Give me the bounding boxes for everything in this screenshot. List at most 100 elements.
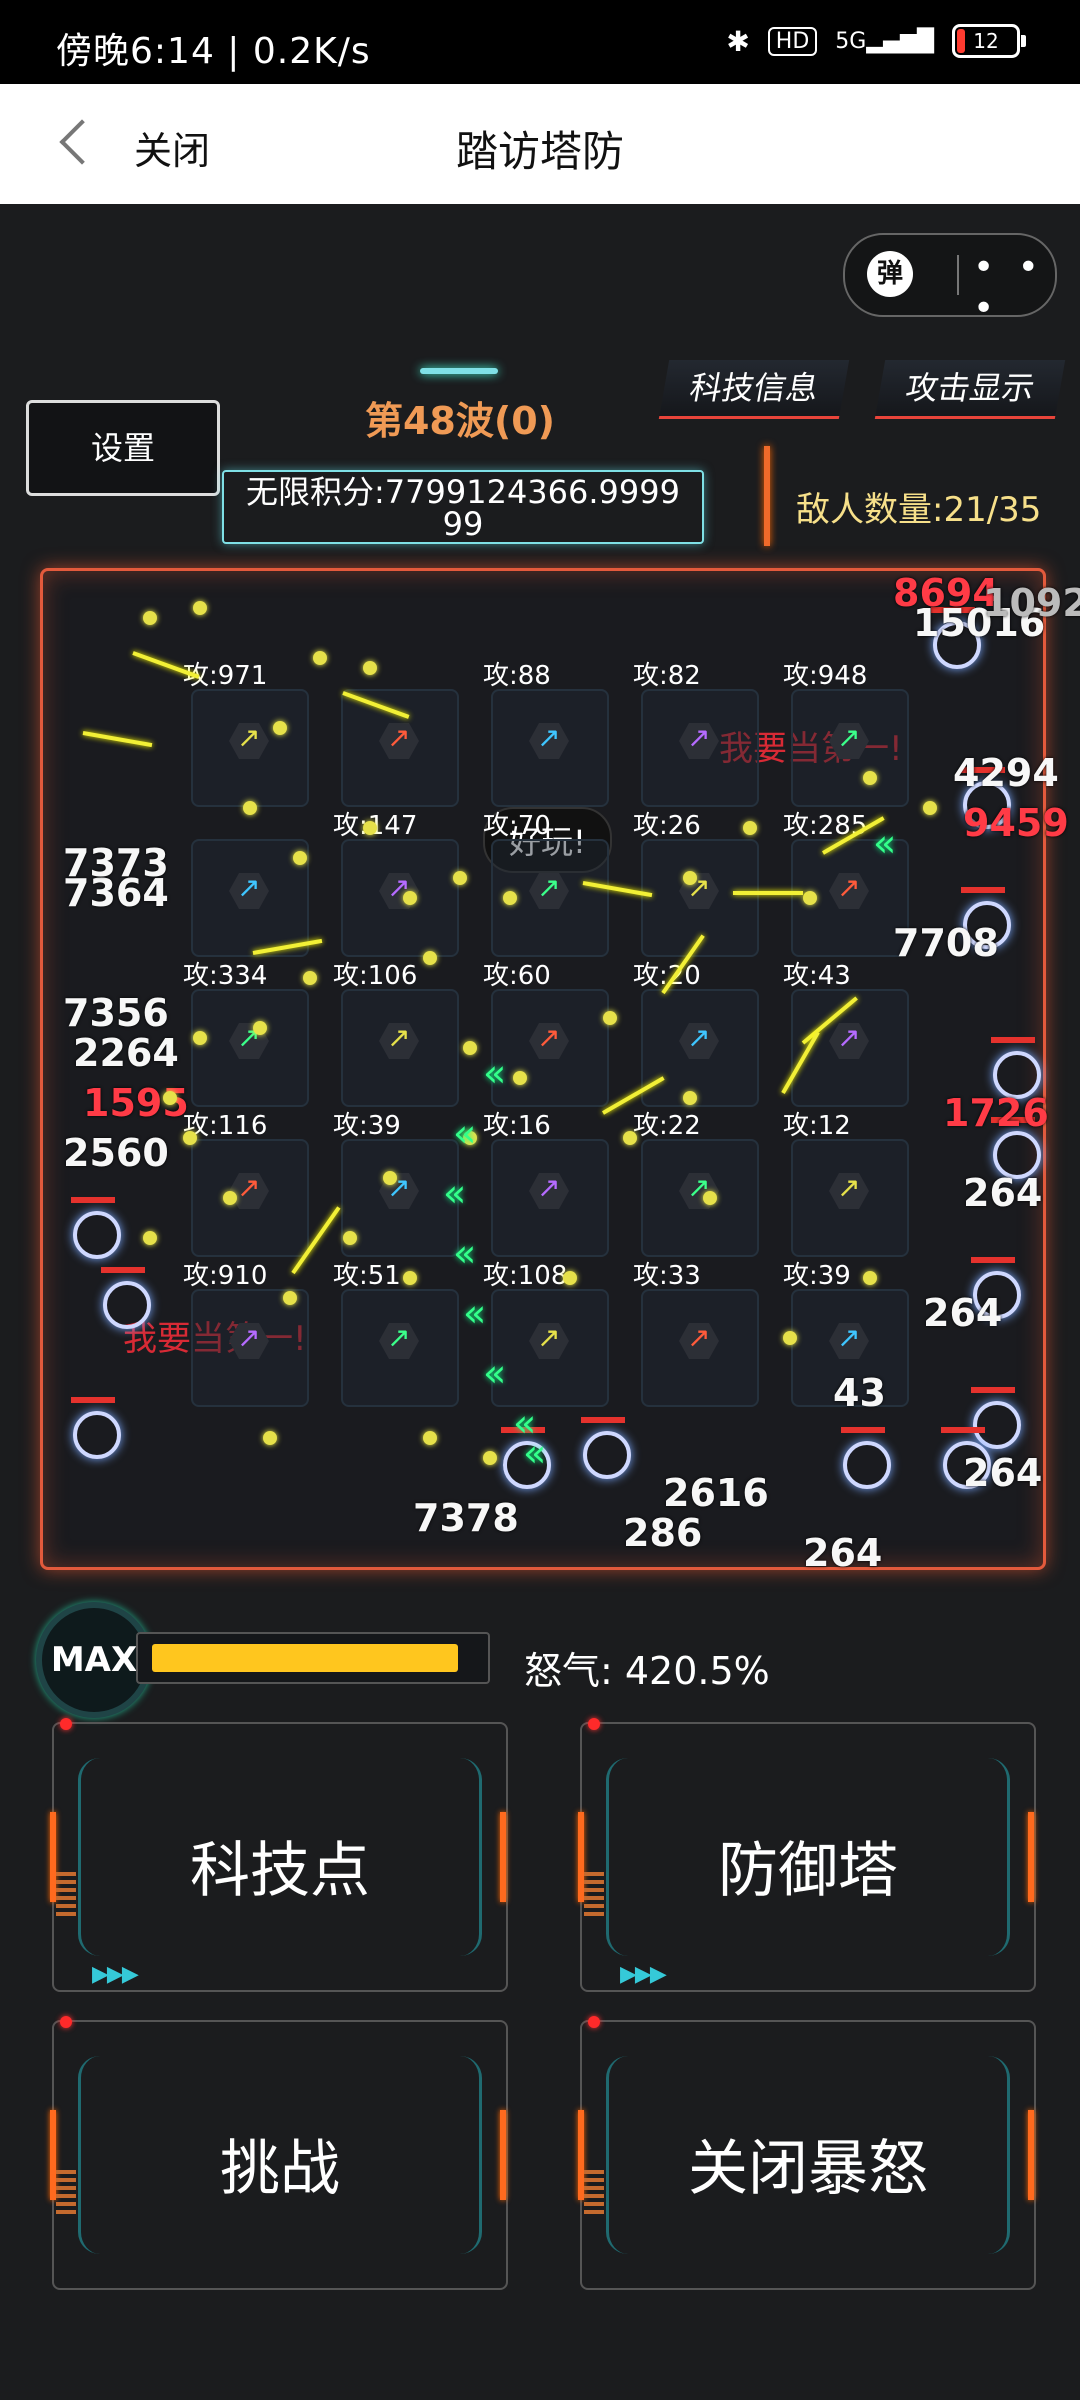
bullet bbox=[273, 721, 287, 735]
title-bar: 关闭 踏访塔防 bbox=[0, 84, 1080, 204]
max-badge[interactable]: MAX bbox=[36, 1602, 152, 1718]
enemy-health-bar bbox=[961, 887, 1005, 893]
enemy-health-bar bbox=[101, 1267, 145, 1273]
tower-attack-label: 攻:39 bbox=[783, 1261, 851, 1291]
tower-attack-label: 攻:26 bbox=[633, 811, 701, 841]
damage-number: 43 bbox=[833, 1371, 886, 1415]
green-projectile-icon: « bbox=[453, 1111, 477, 1155]
enemy-health-bar bbox=[581, 1417, 625, 1423]
tower-slot[interactable]: ↗ bbox=[641, 989, 759, 1107]
tower-attack-label: 攻:334 bbox=[183, 961, 268, 991]
green-projectile-icon: « bbox=[443, 1171, 467, 1215]
bullet bbox=[383, 1171, 397, 1185]
damage-number: 1092 bbox=[983, 581, 1080, 625]
tower-slot[interactable]: ↗ bbox=[491, 1289, 609, 1407]
bullet bbox=[143, 611, 157, 625]
defense-tower-button[interactable]: ▶▶▶ 防御塔 bbox=[578, 1718, 1036, 1992]
tower-slot[interactable]: ↗ bbox=[191, 1139, 309, 1257]
damage-number: 2560 bbox=[63, 1131, 169, 1175]
tech-info-button[interactable]: 科技信息 bbox=[658, 360, 850, 419]
bullet bbox=[513, 1071, 527, 1085]
tower-weapon-icon: ↗ bbox=[387, 1021, 411, 1054]
danmu-toggle-button[interactable]: 弹 bbox=[867, 251, 913, 297]
tower-attack-label: 攻:70 bbox=[483, 811, 551, 841]
tower-attack-label: 攻:12 bbox=[783, 1111, 851, 1141]
tower-slot[interactable]: ↗ bbox=[191, 839, 309, 957]
bullet bbox=[303, 971, 317, 985]
bullet bbox=[783, 1331, 797, 1345]
more-menu-button[interactable]: • • • bbox=[973, 247, 1055, 329]
status-bar: 傍晚6:14 | 0.2K/s ✱ HD 5G▂▄▆█ 12 bbox=[0, 0, 1080, 84]
mini-program-capsule: 弹 • • • bbox=[843, 233, 1057, 329]
damage-number: 2264 bbox=[73, 1031, 179, 1075]
tower-weapon-icon: ↗ bbox=[237, 1171, 261, 1204]
tower-attack-label: 攻:948 bbox=[783, 661, 868, 691]
enemy-unit bbox=[73, 1211, 121, 1259]
tower-slot[interactable]: ↗ bbox=[191, 689, 309, 807]
bullet bbox=[243, 801, 257, 815]
tower-attack-label: 攻:43 bbox=[783, 961, 851, 991]
tower-slot[interactable]: ↗ bbox=[641, 689, 759, 807]
battlefield[interactable]: 好玩! 我要当第一! 我要当第一! ↗ 攻:971 ↗ ↗ 攻:88 ↗ 攻:82 ↗ 攻:94… bbox=[40, 568, 1080, 1575]
bullet bbox=[223, 1191, 237, 1205]
tower-slot[interactable]: ↗ bbox=[341, 839, 459, 957]
tower-slot[interactable]: ↗ bbox=[641, 1289, 759, 1407]
enemy-count-decoration bbox=[764, 446, 770, 546]
tower-slot[interactable]: ↗ bbox=[791, 689, 909, 807]
damage-number: 7708 bbox=[893, 921, 999, 965]
red-dot-icon bbox=[588, 1718, 600, 1730]
network-label: 5G bbox=[835, 28, 867, 54]
damage-number: 264 bbox=[963, 1451, 1043, 1495]
damage-number: 9459 bbox=[963, 801, 1069, 845]
bullet bbox=[703, 1191, 717, 1205]
tower-slot[interactable]: ↗ bbox=[341, 1289, 459, 1407]
bullet bbox=[743, 821, 757, 835]
green-projectile-icon: « bbox=[463, 1291, 487, 1335]
challenge-button[interactable]: 挑战 bbox=[50, 2016, 508, 2290]
page-title: 踏访塔防 bbox=[455, 127, 624, 176]
enemy-unit bbox=[73, 1411, 121, 1459]
tower-slot[interactable]: ↗ bbox=[491, 1139, 609, 1257]
tower-slot[interactable]: ↗ bbox=[191, 1289, 309, 1407]
enemy-health-bar bbox=[841, 1427, 885, 1433]
tower-slot[interactable]: ↗ bbox=[491, 689, 609, 807]
tower-slot[interactable]: ↗ bbox=[491, 989, 609, 1107]
bullet bbox=[423, 951, 437, 965]
damage-number: 286 bbox=[623, 1511, 703, 1555]
tower-slot[interactable]: ↗ bbox=[341, 989, 459, 1107]
enemy-health-bar bbox=[971, 1387, 1015, 1393]
tower-slot[interactable]: ↗ bbox=[191, 989, 309, 1107]
bullet bbox=[263, 1431, 277, 1445]
bullet bbox=[193, 601, 207, 615]
close-rage-label: 关闭暴怒 bbox=[688, 2134, 928, 2204]
tower-weapon-icon: ↗ bbox=[837, 1171, 861, 1204]
wave-decoration bbox=[420, 368, 498, 374]
bullet bbox=[683, 1091, 697, 1105]
rage-bar bbox=[136, 1632, 490, 1684]
tower-weapon-icon: ↗ bbox=[837, 1321, 861, 1354]
tower-weapon-icon: ↗ bbox=[837, 1021, 861, 1054]
tower-slot[interactable]: ↗ bbox=[641, 1139, 759, 1257]
bullet bbox=[293, 851, 307, 865]
tech-points-button[interactable]: ▶▶▶ 科技点 bbox=[50, 1718, 508, 1992]
green-projectile-icon: « bbox=[483, 1051, 507, 1095]
tower-attack-label: 攻:82 bbox=[633, 661, 701, 691]
green-projectile-icon: « bbox=[453, 1231, 477, 1275]
damage-number: 264 bbox=[923, 1291, 1003, 1335]
signal-icon: 5G▂▄▆█ bbox=[835, 28, 934, 54]
bullet bbox=[313, 651, 327, 665]
tower-attack-label: 攻:88 bbox=[483, 661, 551, 691]
close-rage-button[interactable]: 关闭暴怒 bbox=[578, 2016, 1036, 2290]
enemy-unit bbox=[583, 1431, 631, 1479]
tower-slot[interactable]: ↗ bbox=[341, 1139, 459, 1257]
attack-display-button[interactable]: 攻击显示 bbox=[874, 360, 1066, 419]
tower-slot[interactable]: ↗ bbox=[341, 689, 459, 807]
enemy-unit bbox=[103, 1281, 151, 1329]
tower-attack-label: 攻:51 bbox=[333, 1261, 401, 1291]
hd-badge: HD bbox=[767, 26, 818, 56]
tower-weapon-icon: ↗ bbox=[237, 721, 261, 754]
bullet bbox=[423, 1431, 437, 1445]
bullet bbox=[183, 1131, 197, 1145]
tower-slot[interactable]: ↗ bbox=[791, 1139, 909, 1257]
tower-weapon-icon: ↗ bbox=[237, 871, 261, 904]
